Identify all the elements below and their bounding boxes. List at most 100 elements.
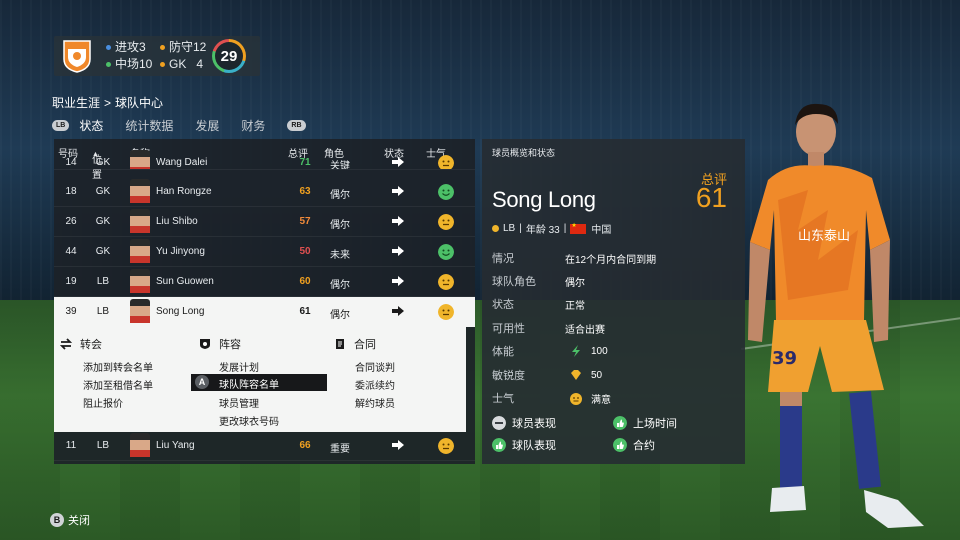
row-role: 未来 xyxy=(330,250,350,261)
menu-add-loan-list[interactable]: 添加至租借名单 xyxy=(83,377,153,392)
row-player-name: Sun Guowen xyxy=(156,276,214,287)
row-player-name: Song Long xyxy=(156,306,205,317)
tab-finance[interactable]: 财务 xyxy=(241,117,265,134)
row-overall: 66 xyxy=(299,440,311,451)
menu-player-management[interactable]: 球员管理 xyxy=(219,395,259,410)
tag-contract: 合约 xyxy=(613,437,655,453)
player-avatar xyxy=(130,299,150,323)
tab-status[interactable]: 状态 xyxy=(79,117,103,134)
tag-playing-time: 上场时间 xyxy=(613,415,677,431)
menu-add-transfer-list[interactable]: 添加到转会名单 xyxy=(83,359,153,374)
status-arrow-icon xyxy=(392,306,404,316)
midfield-dot-icon xyxy=(106,62,111,67)
tab-statistics[interactable]: 统计数据 xyxy=(125,117,173,134)
menu-development-plan[interactable]: 发展计划 xyxy=(219,359,259,374)
gk-dot-icon xyxy=(160,62,165,67)
table-row[interactable]: 39 LB Song Long 61 偶尔 xyxy=(54,297,475,327)
table-row[interactable]: 26 GK Liu Shibo 57 偶尔 xyxy=(54,207,475,237)
team-stat-gk: GK 4 xyxy=(160,56,203,73)
shirt-number: 39 xyxy=(772,348,797,369)
player-avatar xyxy=(130,269,150,293)
transfer-arrows-icon xyxy=(60,338,72,350)
team-overall-badge: 29 xyxy=(212,39,246,73)
player-avatar xyxy=(130,433,150,457)
status-arrow-icon xyxy=(392,276,404,286)
row-number: 14 xyxy=(65,157,77,168)
row-overall: 57 xyxy=(299,216,311,227)
row-role: 重要 xyxy=(330,444,350,455)
row-player-name: Liu Yang xyxy=(156,440,195,451)
team-stat-midfield: 中场10 xyxy=(106,56,160,73)
team-crest-icon xyxy=(63,40,91,73)
menu-release-player[interactable]: 解约球员 xyxy=(355,395,395,410)
attack-dot-icon xyxy=(106,45,111,50)
row-player-name: Yu Jinyong xyxy=(156,246,205,257)
row-overall: 60 xyxy=(299,276,311,287)
defence-dot-icon xyxy=(160,45,165,50)
player-avatar xyxy=(130,209,150,233)
squad-shield-icon xyxy=(200,339,210,349)
menu-block-offers[interactable]: 阻止报价 xyxy=(83,395,123,410)
player-position: LB xyxy=(503,223,516,234)
contract-document-icon xyxy=(336,339,344,349)
close-hint[interactable]: B 关闭 xyxy=(50,512,90,528)
overall-value: 61 xyxy=(695,182,727,213)
table-row[interactable]: 44 GK Yu Jinyong 50 未来 xyxy=(54,237,475,267)
table-row[interactable]: 14 GK Wang Dalei 71 关键 xyxy=(54,148,475,170)
team-summary: 进攻3 防守12 中场10 GK 4 29 xyxy=(54,36,260,76)
menu-change-shirt-number[interactable]: 更改球衣号码 xyxy=(219,413,279,428)
row-number: 11 xyxy=(65,440,77,451)
a-button-icon: A xyxy=(195,375,209,389)
row-role: 偶尔 xyxy=(330,280,350,291)
row-player-name: Liu Shibo xyxy=(156,216,198,227)
lb-bumper-icon[interactable]: LB xyxy=(52,120,70,131)
menu-squad-list[interactable]: A 球队阵容名单 xyxy=(191,374,327,391)
team-stat-attack: 进攻3 xyxy=(106,39,160,56)
b-button-icon: B xyxy=(50,513,64,527)
row-position: GK xyxy=(95,216,111,227)
player-meta: LB | 年龄 33 | 中国 xyxy=(492,221,611,236)
tab-development[interactable]: 发展 xyxy=(195,117,219,134)
status-arrow-icon xyxy=(392,157,404,167)
player-render-image: 山东泰山 39 xyxy=(748,103,924,528)
row-number: 44 xyxy=(65,246,77,257)
neutral-face-icon xyxy=(438,155,454,169)
menu-squad-header: 阵容 xyxy=(199,336,241,352)
row-role: 关键 xyxy=(330,161,350,170)
row-position: GK xyxy=(95,246,111,257)
breadcrumb-separator: > xyxy=(104,96,112,110)
tab-bar: LB 状态 统计数据 发展 财务 RB xyxy=(52,117,306,134)
row-position: LB xyxy=(96,276,110,287)
diamond-icon xyxy=(571,370,581,380)
menu-delegate-renewal[interactable]: 委派续约 xyxy=(355,377,395,392)
status-arrow-icon xyxy=(392,246,404,256)
position-dot-icon xyxy=(492,225,499,232)
team-stat-defence: 防守12 xyxy=(160,39,206,56)
row-position: LB xyxy=(96,440,110,451)
thumbs-up-icon xyxy=(613,438,627,452)
row-role: 偶尔 xyxy=(330,220,350,231)
row-player-name: Han Rongze xyxy=(156,186,212,197)
neutral-face-icon xyxy=(438,274,454,290)
neutral-face-icon xyxy=(438,304,454,320)
menu-contract-header: 合同 xyxy=(334,336,376,352)
menu-contract-negotiation[interactable]: 合同谈判 xyxy=(355,359,395,374)
table-row[interactable]: 11 LB Liu Yang 66 重要 xyxy=(54,431,475,461)
rb-bumper-icon[interactable]: RB xyxy=(287,120,306,131)
status-arrow-icon xyxy=(392,216,404,226)
table-row[interactable]: 19 LB Sun Guowen 60 偶尔 xyxy=(54,267,475,297)
status-arrow-icon xyxy=(392,440,404,450)
happy-face-icon xyxy=(438,244,454,260)
panel-title: 球员概览和状态 xyxy=(492,148,556,158)
player-overview-panel: 球员概览和状态 总评 61 Song Long LB | 年龄 33 | 中国 … xyxy=(482,139,745,464)
squad-list-panel: 号码 位置 ▲ 名称 总评 角色 状态 士气 14GKWang Dalei71关… xyxy=(54,139,475,464)
lightning-icon xyxy=(572,345,580,357)
row-role: 偶尔 xyxy=(330,310,350,321)
row-position: GK xyxy=(95,157,111,168)
row-number: 26 xyxy=(65,216,77,227)
player-context-menu: 转会 阵容 合同 添加到转会名单 添加至租借名单 阻止报价 发展计划 A 球队阵容… xyxy=(54,327,466,432)
player-age: 年龄 33 xyxy=(525,225,560,236)
breadcrumb-root[interactable]: 职业生涯 xyxy=(52,96,100,110)
table-row[interactable]: 18 GK Han Rongze 63 偶尔 xyxy=(54,177,475,207)
breadcrumb-current: 球队中心 xyxy=(115,96,164,110)
